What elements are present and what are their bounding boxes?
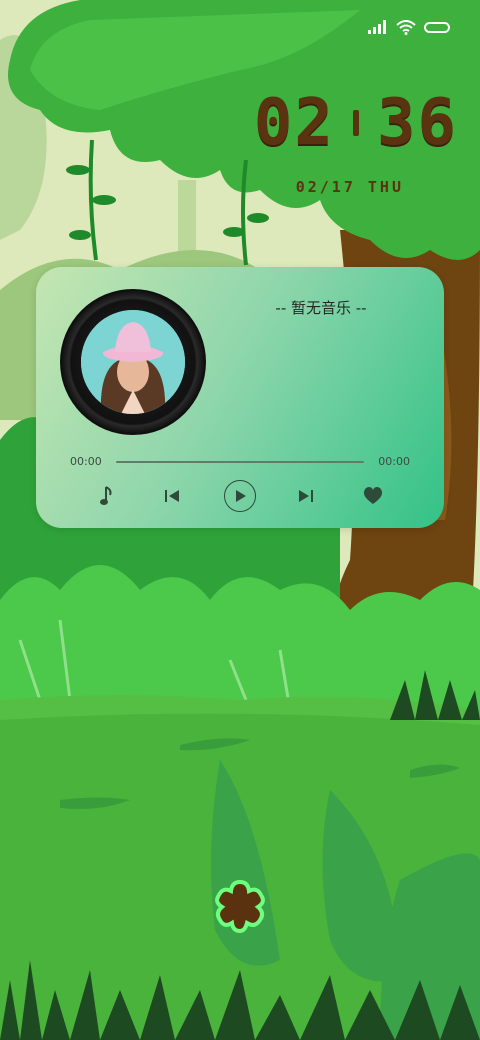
clock-minutes: 36 (376, 86, 458, 160)
clock-separator (352, 110, 359, 136)
next-icon (299, 490, 313, 502)
play-button[interactable] (224, 480, 256, 512)
elapsed-time: 00:00 (70, 455, 102, 468)
clock-date: 02/17 THU (295, 178, 404, 196)
status-bar (368, 14, 450, 40)
battery-icon (424, 21, 450, 33)
music-note-icon (100, 486, 112, 505)
duration-time: 00:00 (378, 455, 410, 468)
music-widget[interactable]: -- 暂无音乐 -- 00:00 00:00 (36, 267, 444, 528)
previous-button[interactable] (155, 479, 189, 513)
progress-bar[interactable] (116, 461, 364, 463)
unlock-button[interactable] (212, 878, 268, 934)
wifi-icon (396, 19, 416, 35)
flower-icon (215, 879, 265, 934)
previous-icon (165, 490, 179, 502)
signal-icon (368, 20, 386, 34)
play-icon (236, 490, 246, 502)
album-cover (81, 310, 185, 414)
music-note-button[interactable] (90, 479, 124, 513)
heart-icon (363, 487, 383, 504)
song-title: -- 暂无音乐 -- (275, 299, 367, 317)
vinyl-record (60, 289, 206, 435)
next-button[interactable] (289, 479, 323, 513)
clock-hours: 02 (253, 86, 335, 160)
like-button[interactable] (356, 479, 390, 513)
lockscreen-clock: 02 36 (254, 86, 458, 160)
